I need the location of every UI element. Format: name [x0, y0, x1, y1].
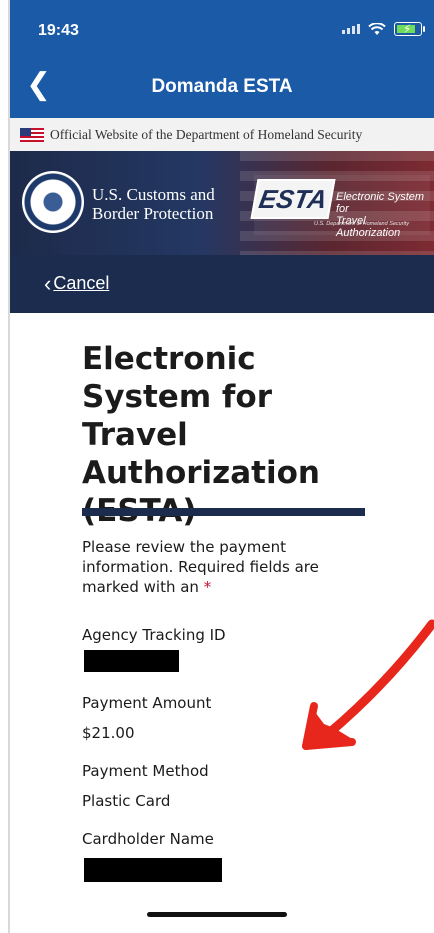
cbp-esta-header: U.S. Customs and Border Protection ESTA … — [10, 151, 434, 255]
cancel-link[interactable]: ‹ Cancel — [44, 270, 110, 296]
cardholder-name-label: Cardholder Name — [82, 830, 214, 848]
esta-logo-description: Electronic System for Travel Authorizati… — [336, 191, 430, 239]
page-title-line-2: System for Travel — [82, 379, 272, 453]
esta-logo-subtext: U.S. Department of Homeland Security — [314, 221, 410, 227]
cellular-signal-icon — [342, 24, 360, 34]
title-divider — [82, 508, 365, 516]
us-flag-icon — [20, 127, 44, 142]
esta-logo-word: ESTA — [250, 179, 336, 219]
agency-tracking-id-label: Agency Tracking ID — [82, 626, 226, 644]
esta-desc-line-1: Electronic System for — [336, 191, 425, 215]
app-bar: 19:43 ⚡ ❮ Domanda ESTA — [10, 0, 434, 118]
status-icons: ⚡ — [342, 22, 425, 36]
instructions-line-3: marked with an * — [82, 577, 362, 597]
official-site-text: Official Website of the Department of Ho… — [50, 126, 363, 142]
page-title: Electronic System for Travel Authorizati… — [82, 340, 382, 530]
esta-logo: ESTA Electronic System for Travel Author… — [250, 175, 430, 239]
cbp-line-2: Border Protection — [92, 204, 214, 223]
instructions-line-2: information. Required fields are — [82, 558, 319, 576]
page-title-line-1: Electronic — [82, 341, 256, 377]
payment-amount-label: Payment Amount — [82, 694, 212, 712]
phone-screen: 19:43 ⚡ ❮ Domanda ESTA Official Website … — [0, 0, 434, 933]
redacted-agency-tracking-id — [84, 650, 179, 672]
instructions-line-3-text: marked with an — [82, 578, 199, 596]
chevron-left-icon: ‹ — [44, 270, 52, 296]
home-indicator[interactable] — [147, 912, 287, 917]
instructions-text: Please review the payment information. R… — [82, 537, 362, 597]
payment-method-value: Plastic Card — [82, 792, 171, 810]
page-title-line-3: Authorization — [82, 455, 320, 491]
app-bar-title: Domanda ESTA — [151, 76, 293, 97]
payment-amount-value: $21.00 — [82, 724, 135, 742]
red-annotation-arrow-icon — [302, 619, 434, 750]
esta-desc-line-2: Travel Authorization — [336, 215, 401, 239]
payment-method-label: Payment Method — [82, 762, 209, 780]
battery-icon: ⚡ — [394, 22, 425, 36]
instructions-line-1: Please review the payment — [82, 538, 287, 556]
cbp-line-1: U.S. Customs and — [92, 185, 215, 204]
official-site-strip: Official Website of the Department of Ho… — [10, 118, 434, 151]
dhs-seal-icon — [22, 171, 84, 233]
wifi-icon — [368, 22, 386, 35]
redacted-cardholder-name — [84, 858, 222, 882]
status-time: 19:43 — [38, 22, 79, 39]
cancel-bar: ‹ Cancel — [10, 255, 434, 313]
required-marker: * — [203, 578, 212, 596]
cbp-name: U.S. Customs and Border Protection — [92, 185, 215, 223]
cancel-label: Cancel — [53, 273, 110, 293]
